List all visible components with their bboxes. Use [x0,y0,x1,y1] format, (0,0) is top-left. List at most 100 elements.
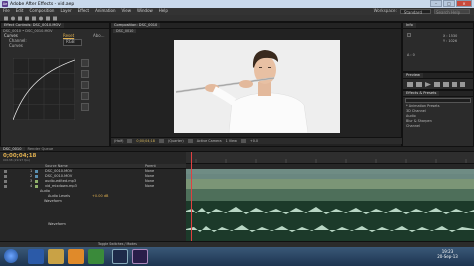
start-button-icon[interactable] [4,249,18,263]
menu-animation[interactable]: Animation [92,8,118,14]
menu-effect[interactable]: Effect [75,8,93,14]
pencil-tool-icon[interactable] [81,70,89,78]
search-help-input[interactable]: Search Help [434,9,470,15]
window-title: Adobe After Effects - vid.aep [10,1,75,7]
fast-preview-icon[interactable] [240,139,246,143]
time-ruler[interactable] [186,152,474,164]
menu-bar: File Edit Composition Layer Effect Anima… [0,8,474,15]
col-source-name[interactable]: Source Name [45,164,68,168]
comp-subtab[interactable]: DSC_0010 [113,29,137,33]
video-frame[interactable] [174,40,340,133]
speaker-icon[interactable] [4,180,7,183]
audition-icon[interactable] [112,249,128,264]
layer-name[interactable]: DSC_0010.MOV [45,169,72,173]
camera-select[interactable]: Active Camera [197,139,222,143]
menu-help[interactable]: Help [156,8,171,14]
eye-icon[interactable] [4,170,7,173]
snapshot-icon[interactable] [127,139,133,143]
workspace-select[interactable]: Standard [399,9,431,15]
tab-info[interactable]: Info [403,23,416,28]
layer-parent[interactable]: None [145,169,154,173]
tools-bar [0,15,474,22]
info-x: X : 1530 [443,34,458,38]
media-player-icon[interactable] [68,249,84,264]
info-panel: Info X : 1530 Y : 1026 A : 0 [402,22,474,72]
zoom-select[interactable]: (Half) [114,139,123,143]
tab-composition[interactable]: Composition: DSC_0010 [111,23,161,28]
menu-edit[interactable]: Edit [13,8,27,14]
layer-parent[interactable]: None [145,174,154,178]
camera-icon[interactable] [158,139,164,143]
menu-layer[interactable]: Layer [57,8,74,14]
layer-parent[interactable]: None [145,179,154,183]
smooth-curve-icon[interactable] [81,103,89,111]
last-frame-icon[interactable] [443,82,449,87]
layer-number: 4 [30,184,33,188]
timeline-panel: DSC_0010 Render Queue 0;00;04;18 00138 (… [0,146,474,247]
chrome-icon[interactable] [88,249,104,264]
after-effects-taskbar-icon[interactable] [132,249,148,264]
tab-effect-controls[interactable]: Effect Controls: DSC_0010.MOV [1,23,64,28]
menu-composition[interactable]: Composition [26,8,57,14]
menu-view[interactable]: View [119,8,135,14]
effects-presets-panel: Effects & Presets * Animation Presets 3D… [402,90,474,147]
maximize-button[interactable]: □ [443,0,455,7]
comp-timecode[interactable]: 0;00;04;18 [136,139,155,143]
audio-icon[interactable] [452,82,457,87]
audio-levels-value[interactable]: +0.00 dB [92,194,108,198]
preview-panel: Preview [402,72,474,90]
ie-icon[interactable] [28,249,44,264]
layer-label-color[interactable] [35,180,38,183]
after-effects-logo-icon: Ae [2,1,8,7]
menu-window[interactable]: Window [134,8,156,14]
layer-name[interactable]: DSC_0010.MOV [45,174,72,178]
tab-effects-presets[interactable]: Effects & Presets [403,91,440,96]
loop-icon[interactable] [460,82,465,87]
color-swatch [407,33,411,37]
speaker-icon[interactable] [4,185,7,188]
waveform-label-2: Waveform [48,222,66,226]
region-icon[interactable] [187,139,193,143]
layer-number: 3 [30,179,33,183]
exposure-value[interactable]: +0.0 [250,139,258,143]
first-frame-icon[interactable] [407,82,413,87]
waveform-row-2[interactable]: Waveform [0,222,186,227]
flutist-image [174,40,340,133]
menu-file[interactable]: File [0,8,13,14]
layer-label-color[interactable] [35,170,38,173]
tab-render-queue[interactable]: Render Queue [25,147,57,151]
info-a: A : 0 [407,53,415,57]
layer-label-color[interactable] [35,175,38,178]
curves-graph[interactable] [13,58,75,120]
waveform-row[interactable]: Waveform [0,199,186,204]
tab-preview[interactable]: Preview [403,73,423,78]
title-bar: Ae Adobe After Effects - vid.aep – □ × [0,0,474,8]
audio-group-label[interactable]: Audio [40,189,50,193]
info-y: Y : 1026 [443,39,457,43]
col-parent[interactable]: Parent [145,164,156,168]
next-frame-icon[interactable] [434,82,440,87]
close-button[interactable]: × [456,0,472,7]
save-curve-icon[interactable] [81,92,89,100]
prev-frame-icon[interactable] [416,82,422,87]
explorer-icon[interactable] [48,249,64,264]
resolution-select[interactable]: (Quarter) [168,139,184,143]
layer-label-color[interactable] [35,185,38,188]
minimize-button[interactable]: – [430,0,442,7]
layer-name[interactable]: audio-edited.mp3 [45,179,76,183]
layer-name[interactable]: vid_mixdown.mp3 [45,184,77,188]
views-select[interactable]: 1 View [226,139,237,143]
tab-timeline[interactable]: DSC_0010 [0,146,25,152]
play-icon[interactable] [425,82,431,87]
effects-item-channel[interactable]: Channel [406,124,473,129]
layer-bar[interactable] [186,189,474,201]
curve-tool-icon[interactable] [81,59,89,67]
playhead[interactable] [191,152,192,241]
effects-search-input[interactable] [405,98,471,103]
track-area[interactable] [186,152,474,241]
open-curve-icon[interactable] [81,81,89,89]
audio-levels-label: Audio Levels [48,194,71,198]
composition-panel: Composition: DSC_0010 DSC_0010 (Half) 0;… [110,22,403,147]
eye-icon[interactable] [4,175,7,178]
layer-parent[interactable]: None [145,184,154,188]
